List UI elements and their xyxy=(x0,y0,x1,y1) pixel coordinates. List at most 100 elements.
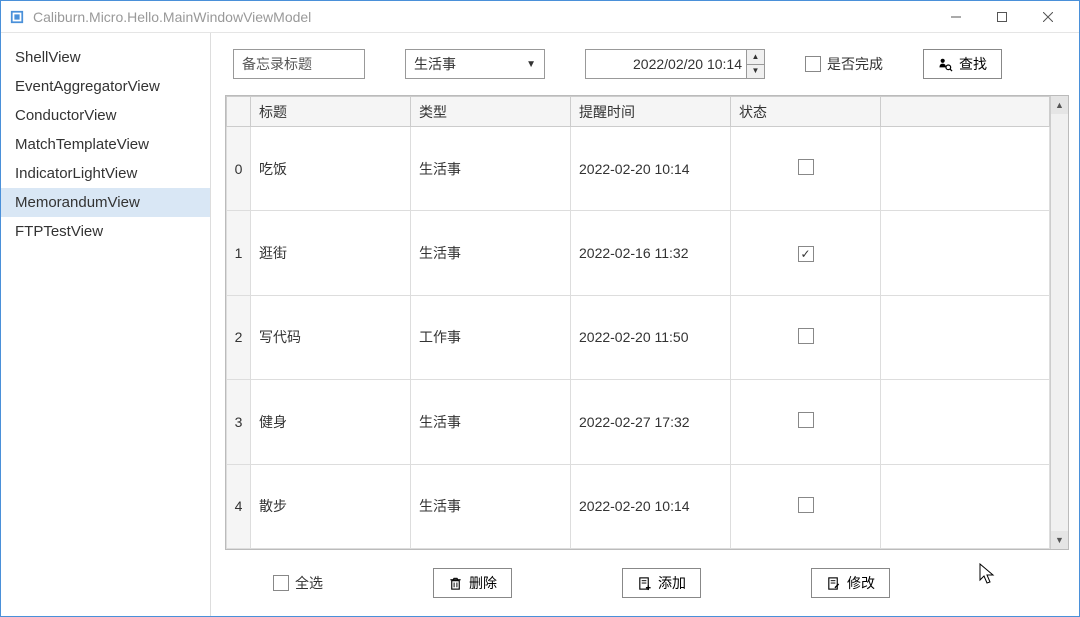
grid-table: 标题 类型 提醒时间 状态 0吃饭生活事2022-02-20 10:141逛街生… xyxy=(226,96,1050,549)
action-toolbar: 全选 删除 添加 修改 xyxy=(225,562,1069,604)
cell-time[interactable]: 2022-02-27 17:32 xyxy=(571,380,731,464)
column-header-type[interactable]: 类型 xyxy=(411,97,571,127)
done-filter-checkbox[interactable]: 是否完成 xyxy=(805,54,883,74)
row-header-corner[interactable] xyxy=(227,97,251,127)
cell-title[interactable]: 散步 xyxy=(251,464,411,548)
button-label: 修改 xyxy=(847,573,875,593)
grid-header-row: 标题 类型 提醒时间 状态 xyxy=(227,97,1050,127)
sidebar-item-matchtemplateview[interactable]: MatchTemplateView xyxy=(1,130,210,159)
column-header-time[interactable]: 提醒时间 xyxy=(571,97,731,127)
row-number-cell[interactable]: 1 xyxy=(227,211,251,295)
type-filter-combo[interactable]: 生活事 ▼ xyxy=(405,49,545,79)
main-window: Caliburn.Micro.Hello.MainWindowViewModel… xyxy=(0,0,1080,617)
cell-type[interactable]: 工作事 xyxy=(411,295,571,379)
search-button[interactable]: 查找 xyxy=(923,49,1002,79)
window-controls xyxy=(933,3,1071,31)
cell-time[interactable]: 2022-02-20 11:50 xyxy=(571,295,731,379)
table-row[interactable]: 3健身生活事2022-02-27 17:32 xyxy=(227,380,1050,464)
sidebar-item-label: ConductorView xyxy=(15,107,116,124)
cell-title[interactable]: 吃饭 xyxy=(251,127,411,211)
table-row[interactable]: 2写代码工作事2022-02-20 11:50 xyxy=(227,295,1050,379)
combo-value: 生活事 xyxy=(414,54,456,74)
spinner-down-button[interactable]: ▼ xyxy=(747,65,764,79)
window-title: Caliburn.Micro.Hello.MainWindowViewModel xyxy=(33,9,933,25)
column-header-title[interactable]: 标题 xyxy=(251,97,411,127)
column-header-extra[interactable] xyxy=(881,97,1050,127)
checkbox-label: 是否完成 xyxy=(827,54,883,74)
window-body: ShellView EventAggregatorView ConductorV… xyxy=(1,33,1079,616)
cell-status[interactable]: ✓ xyxy=(731,211,881,295)
status-checkbox-icon[interactable] xyxy=(798,328,814,344)
cell-type[interactable]: 生活事 xyxy=(411,464,571,548)
row-number-cell[interactable]: 0 xyxy=(227,127,251,211)
modify-button[interactable]: 修改 xyxy=(811,568,890,598)
cell-title[interactable]: 逛街 xyxy=(251,211,411,295)
sidebar-item-label: IndicatorLightView xyxy=(15,165,137,182)
cell-time[interactable]: 2022-02-20 10:14 xyxy=(571,464,731,548)
delete-button[interactable]: 删除 xyxy=(433,568,512,598)
select-all-checkbox[interactable]: 全选 xyxy=(273,573,323,593)
cell-title[interactable]: 写代码 xyxy=(251,295,411,379)
table-row[interactable]: 1逛街生活事2022-02-16 11:32 ✓ xyxy=(227,211,1050,295)
status-checkbox-icon[interactable] xyxy=(798,159,814,175)
cell-type[interactable]: 生活事 xyxy=(411,380,571,464)
titlebar: Caliburn.Micro.Hello.MainWindowViewModel xyxy=(1,1,1079,33)
cell-status[interactable] xyxy=(731,380,881,464)
sidebar-item-indicatorlightview[interactable]: IndicatorLightView xyxy=(1,159,210,188)
datetime-value: 2022/02/20 10:14 xyxy=(586,56,746,72)
cell-time[interactable]: 2022-02-20 10:14 xyxy=(571,127,731,211)
sidebar-item-label: ShellView xyxy=(15,49,81,66)
add-button[interactable]: 添加 xyxy=(622,568,701,598)
row-number-cell[interactable]: 3 xyxy=(227,380,251,464)
scroll-up-arrow-icon[interactable]: ▲ xyxy=(1051,96,1068,114)
cell-extra[interactable] xyxy=(881,295,1050,379)
button-label: 添加 xyxy=(658,573,686,593)
sidebar-item-eventaggregatorview[interactable]: EventAggregatorView xyxy=(1,72,210,101)
checkbox-box-icon xyxy=(805,56,821,72)
column-header-status[interactable]: 状态 xyxy=(731,97,881,127)
cell-type[interactable]: 生活事 xyxy=(411,211,571,295)
scroll-track[interactable] xyxy=(1051,114,1068,531)
row-number-cell[interactable]: 2 xyxy=(227,295,251,379)
sidebar: ShellView EventAggregatorView ConductorV… xyxy=(1,33,211,616)
minimize-button[interactable] xyxy=(933,3,979,31)
sidebar-item-conductorview[interactable]: ConductorView xyxy=(1,101,210,130)
checkbox-box-icon xyxy=(273,575,289,591)
filter-toolbar: 生活事 ▼ 2022/02/20 10:14 ▲ ▼ 是否完成 xyxy=(225,45,1069,83)
trash-icon xyxy=(448,576,463,591)
cell-extra[interactable] xyxy=(881,464,1050,548)
data-grid[interactable]: 标题 类型 提醒时间 状态 0吃饭生活事2022-02-20 10:141逛街生… xyxy=(225,95,1069,550)
cell-title[interactable]: 健身 xyxy=(251,380,411,464)
sidebar-item-label: MemorandumView xyxy=(15,194,140,211)
document-add-icon xyxy=(637,576,652,591)
checkbox-label: 全选 xyxy=(295,573,323,593)
cell-status[interactable] xyxy=(731,295,881,379)
cell-time[interactable]: 2022-02-16 11:32 xyxy=(571,211,731,295)
sidebar-item-memorandumview[interactable]: MemorandumView xyxy=(1,188,210,217)
status-checkbox-icon[interactable] xyxy=(798,497,814,513)
cell-status[interactable] xyxy=(731,464,881,548)
scroll-down-arrow-icon[interactable]: ▼ xyxy=(1051,531,1068,549)
spinner-up-button[interactable]: ▲ xyxy=(747,50,764,65)
row-number-cell[interactable]: 4 xyxy=(227,464,251,548)
cell-extra[interactable] xyxy=(881,211,1050,295)
cell-type[interactable]: 生活事 xyxy=(411,127,571,211)
chevron-down-icon: ▼ xyxy=(526,59,536,70)
cell-extra[interactable] xyxy=(881,127,1050,211)
datetime-filter-picker[interactable]: 2022/02/20 10:14 ▲ ▼ xyxy=(585,49,765,79)
cell-extra[interactable] xyxy=(881,380,1050,464)
title-filter-input[interactable] xyxy=(233,49,365,79)
maximize-button[interactable] xyxy=(979,3,1025,31)
sidebar-item-ftptestview[interactable]: FTPTestView xyxy=(1,217,210,246)
cell-status[interactable] xyxy=(731,127,881,211)
table-row[interactable]: 4散步生活事2022-02-20 10:14 xyxy=(227,464,1050,548)
app-icon xyxy=(9,9,25,25)
status-checkbox-icon[interactable]: ✓ xyxy=(798,246,814,262)
table-row[interactable]: 0吃饭生活事2022-02-20 10:14 xyxy=(227,127,1050,211)
vertical-scrollbar[interactable]: ▲ ▼ xyxy=(1050,96,1068,549)
sidebar-item-shellview[interactable]: ShellView xyxy=(1,43,210,72)
sidebar-item-label: FTPTestView xyxy=(15,223,103,240)
status-checkbox-icon[interactable] xyxy=(798,412,814,428)
close-button[interactable] xyxy=(1025,3,1071,31)
search-person-icon xyxy=(938,57,953,72)
